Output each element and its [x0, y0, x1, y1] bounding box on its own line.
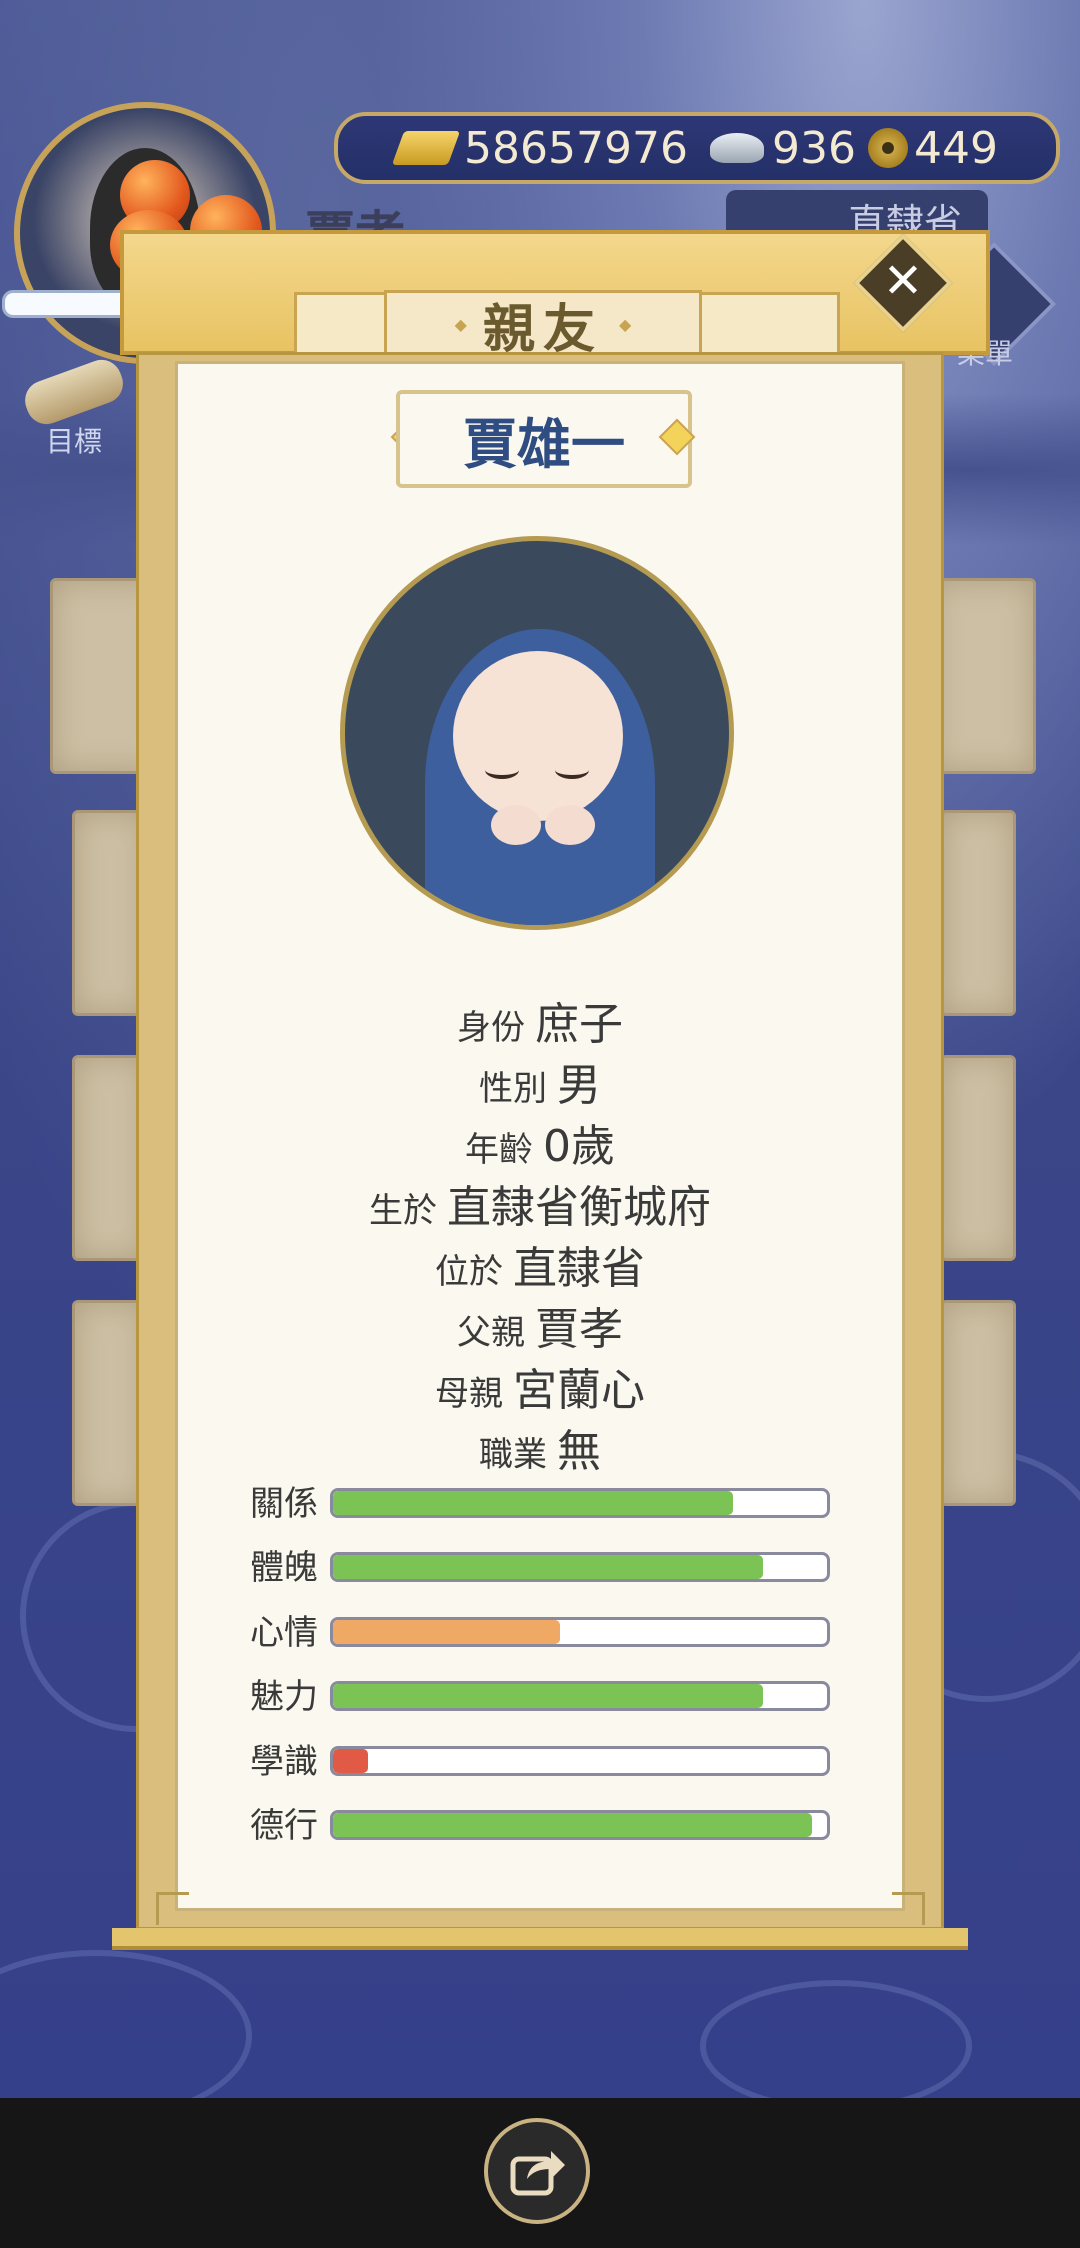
coin-icon [868, 128, 908, 168]
scroll-bottom-rod [112, 1928, 968, 1950]
resource-bar: 58657976 936 449 [334, 112, 1060, 184]
info-row-gender: 性別男 [479, 1060, 601, 1111]
stat-relationship: 關係 [250, 1482, 830, 1526]
stat-virtue: 德行 [250, 1804, 830, 1848]
share-icon [510, 2151, 565, 2196]
stat-knowledge: 學識 [250, 1740, 830, 1784]
stat-physique: 體魄 [250, 1546, 830, 1590]
close-button[interactable]: ✕ [868, 248, 938, 318]
info-row-occupation: 職業無 [479, 1426, 601, 1477]
silver-ingot-icon [710, 133, 764, 163]
target-button[interactable]: 目標 [14, 354, 134, 460]
relative-name: 賈雄一 [396, 390, 692, 488]
gold-amount: 58657976 [464, 122, 688, 174]
info-row-mother: 母親 宮蘭心 [435, 1365, 645, 1416]
stat-charm: 魅力 [250, 1675, 830, 1719]
target-label: 目標 [45, 425, 102, 458]
silver-amount: 936 [772, 122, 856, 174]
info-row-location: 位於 直隸省 [435, 1243, 645, 1294]
gold-ingot-icon [391, 131, 461, 165]
stat-mood: 心情 [250, 1611, 830, 1655]
info-row-age: 年齡 0歲 [465, 1121, 615, 1172]
info-row-birthplace: 生於 直隸省衡城府 [369, 1182, 711, 1233]
share-button[interactable] [484, 2118, 590, 2224]
coin-amount: 449 [914, 122, 998, 174]
relative-portrait [340, 536, 734, 930]
info-row-father: 父親 賈孝 [457, 1304, 623, 1355]
modal-title: 親友 [384, 290, 702, 360]
info-row-identity: 身份 庶子 [457, 999, 623, 1050]
